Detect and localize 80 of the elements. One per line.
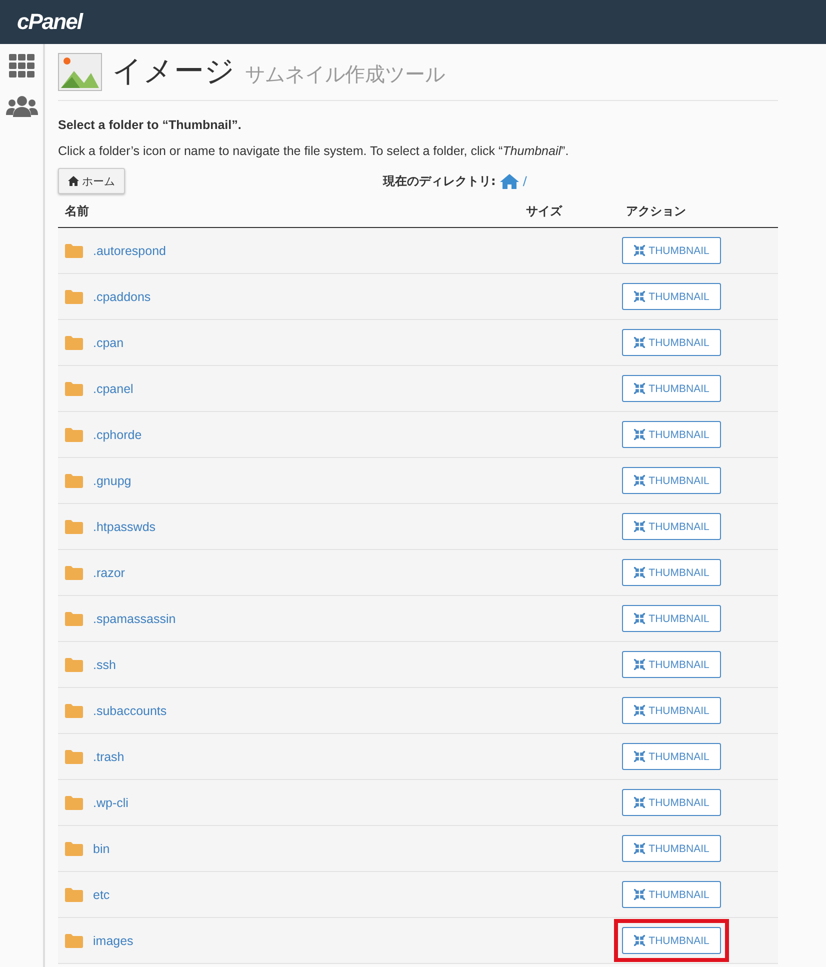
thumbnail-button[interactable]: THUMBNAIL xyxy=(622,605,721,632)
directory-path[interactable]: / xyxy=(522,174,527,188)
folder-icon[interactable] xyxy=(65,796,83,810)
home-button[interactable]: ホーム xyxy=(58,168,125,194)
compress-arrows-icon xyxy=(634,429,645,440)
grid-icon[interactable] xyxy=(8,54,34,78)
home-icon xyxy=(68,176,79,186)
thumbnail-button[interactable]: THUMBNAIL xyxy=(622,513,721,540)
compress-arrows-icon xyxy=(634,797,645,808)
thumbnail-button[interactable]: THUMBNAIL xyxy=(622,421,721,448)
brand-logo[interactable]: cPanel xyxy=(17,9,82,35)
folder-icon[interactable] xyxy=(65,658,83,672)
directory-label: 現在のディレクトリ: xyxy=(383,172,496,190)
folder-icon[interactable] xyxy=(65,520,83,534)
folder-link[interactable]: .ssh xyxy=(93,658,116,672)
thumbnail-button[interactable]: THUMBNAIL xyxy=(622,559,721,586)
compress-arrows-icon xyxy=(634,843,645,854)
home-icon[interactable] xyxy=(500,174,519,188)
folder-link[interactable]: .htpasswds xyxy=(93,520,156,534)
folder-link[interactable]: .subaccounts xyxy=(93,704,167,718)
folder-link[interactable]: .cpaddons xyxy=(93,290,151,304)
folder-link[interactable]: .razor xyxy=(93,566,125,580)
folder-icon[interactable] xyxy=(65,842,83,856)
folder-link[interactable]: .spamassassin xyxy=(93,612,176,626)
thumbnail-button[interactable]: THUMBNAIL xyxy=(622,283,721,310)
folder-icon[interactable] xyxy=(65,612,83,626)
folder-link[interactable]: images xyxy=(93,934,134,948)
folder-icon[interactable] xyxy=(65,934,83,948)
thumbnail-button[interactable]: THUMBNAIL xyxy=(622,375,721,402)
compress-arrows-icon xyxy=(634,383,645,394)
column-header: サイズ xyxy=(525,202,564,220)
folder-link[interactable]: .cpanel xyxy=(93,382,134,396)
compress-arrows-icon xyxy=(634,291,645,302)
folder-link[interactable]: .cpan xyxy=(93,336,124,350)
compress-arrows-icon xyxy=(634,889,645,900)
folder-link[interactable]: .gnupg xyxy=(93,474,132,488)
users-icon[interactable] xyxy=(6,95,38,119)
folder-link[interactable]: bin xyxy=(93,842,110,856)
folder-icon[interactable] xyxy=(65,566,83,580)
image-icon xyxy=(58,52,102,90)
page-subtitle: サムネイル作成ツール xyxy=(245,61,445,88)
compress-arrows-icon xyxy=(634,521,645,532)
folder-icon[interactable] xyxy=(65,888,83,902)
thumbnail-button[interactable]: THUMBNAIL xyxy=(622,237,721,264)
folder-icon[interactable] xyxy=(65,244,83,258)
folder-link[interactable]: .cphorde xyxy=(93,428,142,442)
compress-arrows-icon xyxy=(634,613,645,624)
thumbnail-button[interactable]: THUMBNAIL xyxy=(622,743,721,770)
folder-icon[interactable] xyxy=(65,750,83,764)
page-title: イメージ xyxy=(112,53,235,91)
folder-icon[interactable] xyxy=(65,474,83,488)
thumbnail-button[interactable]: THUMBNAIL xyxy=(622,835,721,862)
folder-link[interactable]: .wp-cli xyxy=(93,796,128,810)
compress-arrows-icon xyxy=(634,337,645,348)
folder-icon[interactable] xyxy=(65,428,83,442)
compress-arrows-icon xyxy=(634,705,645,716)
thumbnail-button[interactable]: THUMBNAIL xyxy=(622,927,721,954)
compress-arrows-icon xyxy=(634,751,645,762)
column-header: 名前 xyxy=(64,202,90,220)
folder-icon[interactable] xyxy=(65,704,83,718)
compress-arrows-icon xyxy=(634,659,645,670)
column-header: アクション xyxy=(625,202,687,220)
compress-arrows-icon xyxy=(634,935,645,946)
folder-link[interactable]: .trash xyxy=(93,750,124,764)
thumbnail-button[interactable]: THUMBNAIL xyxy=(622,881,721,908)
thumbnail-button[interactable]: THUMBNAIL xyxy=(622,329,721,356)
folder-link[interactable]: etc xyxy=(93,888,110,902)
thumbnail-button[interactable]: THUMBNAIL xyxy=(622,651,721,678)
folder-icon[interactable] xyxy=(65,336,83,350)
compress-arrows-icon xyxy=(634,475,645,486)
section-heading: Select a folder to “Thumbnail”. xyxy=(58,118,242,132)
thumbnail-button[interactable]: THUMBNAIL xyxy=(622,789,721,816)
compress-arrows-icon xyxy=(634,567,645,578)
thumbnail-button[interactable]: THUMBNAIL xyxy=(622,467,721,494)
compress-arrows-icon xyxy=(634,245,645,256)
folder-link[interactable]: .autorespond xyxy=(93,244,166,258)
instructions-text: Click a folder’s icon or name to navigate the file system. To select a folder, click “Thumbnail”. xyxy=(58,144,570,158)
folder-icon[interactable] xyxy=(65,382,83,396)
folder-icon[interactable] xyxy=(65,290,83,304)
thumbnail-button[interactable]: THUMBNAIL xyxy=(622,697,721,724)
